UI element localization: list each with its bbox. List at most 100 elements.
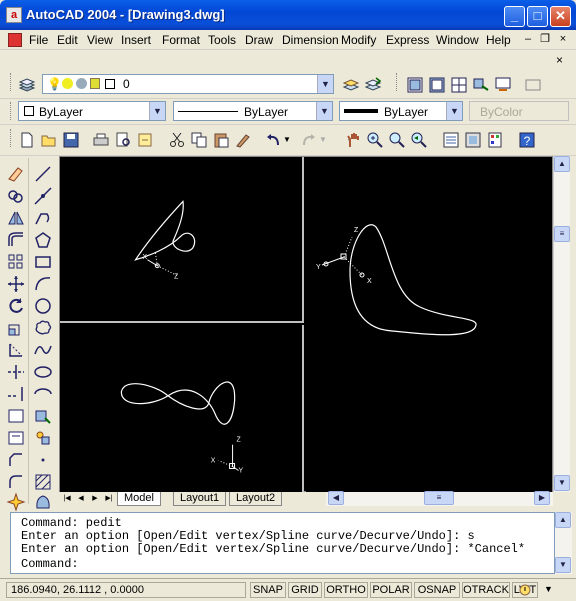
mirror-icon[interactable]	[6, 208, 26, 228]
array-icon[interactable]	[6, 252, 26, 272]
tab-model[interactable]: Model	[117, 492, 161, 506]
viewport-dialog-icon[interactable]	[428, 76, 446, 94]
chevron-down-icon[interactable]: ▼	[149, 102, 165, 120]
save-icon[interactable]	[62, 131, 80, 149]
menu-format[interactable]: Format	[162, 33, 200, 47]
toolbar-grip[interactable]	[396, 73, 399, 91]
chevron-down-icon[interactable]: ▼	[317, 75, 333, 93]
spline-curve[interactable]	[134, 200, 196, 261]
open-folder-icon[interactable]	[40, 131, 58, 149]
scale-icon[interactable]	[6, 318, 26, 338]
communication-center-icon[interactable]	[518, 583, 532, 597]
drawing-vertical-scrollbar[interactable]: ▲ ≡ ▼	[553, 156, 570, 492]
paste-icon[interactable]	[212, 131, 230, 149]
make-object-layer-current-icon[interactable]	[342, 76, 360, 94]
menu-modify[interactable]: Modify	[341, 33, 376, 47]
zoom-realtime-icon[interactable]	[366, 131, 384, 149]
scroll-up-button[interactable]: ▲	[555, 512, 571, 528]
viewport-right[interactable]: Z Y X	[306, 157, 552, 493]
extend-icon[interactable]	[6, 384, 26, 404]
move-icon[interactable]	[6, 274, 26, 294]
construction-line-icon[interactable]	[33, 186, 53, 206]
close-button[interactable]: ✕	[550, 6, 571, 27]
ortho-toggle[interactable]: ORTHO	[324, 582, 368, 598]
coordinate-display[interactable]: 186.0940, 26.1112 , 0.0000	[6, 582, 246, 598]
color-control-dropdown[interactable]: ByLayer ▼	[18, 101, 166, 121]
menu-draw[interactable]: Draw	[245, 33, 273, 47]
make-block-icon[interactable]	[33, 428, 53, 448]
drawing-horizontal-scrollbar[interactable]: ◀ ≡ ▶	[326, 491, 553, 506]
viewport-bottom-left[interactable]: Z X Y	[60, 325, 304, 493]
command-prompt[interactable]: Command:	[21, 557, 79, 571]
minimize-button[interactable]: _	[504, 6, 525, 27]
new-file-icon[interactable]	[18, 131, 36, 149]
help-icon[interactable]: ?	[518, 131, 536, 149]
plot-preview-icon[interactable]	[114, 131, 132, 149]
layer-previous-icon[interactable]	[364, 76, 382, 94]
revision-cloud-icon[interactable]	[33, 318, 53, 338]
single-viewport-icon[interactable]	[406, 76, 424, 94]
fillet-icon[interactable]	[6, 472, 26, 492]
command-scrollbar[interactable]: ▲ ▼	[555, 512, 572, 574]
last-tab-button[interactable]: ▶|	[103, 493, 115, 505]
doc-close-button[interactable]: ×	[556, 33, 570, 46]
status-menu-chevron-icon[interactable]: ▼	[544, 584, 553, 594]
chamfer-icon[interactable]	[6, 450, 26, 470]
match-properties-icon[interactable]	[234, 131, 252, 149]
copy-object-icon[interactable]	[6, 186, 26, 206]
drawing-document-icon[interactable]	[8, 33, 22, 47]
next-tab-button[interactable]: ▶	[89, 493, 101, 505]
arc-icon[interactable]	[33, 274, 53, 294]
tab-layout1[interactable]: Layout1	[173, 492, 227, 506]
snap-toggle[interactable]: SNAP	[250, 582, 286, 598]
rotate-icon[interactable]	[6, 296, 26, 316]
region-icon[interactable]	[33, 492, 53, 512]
line-icon[interactable]	[33, 164, 53, 184]
rectangle-icon[interactable]	[33, 252, 53, 272]
break-at-point-icon[interactable]	[6, 406, 26, 426]
linetype-control-dropdown[interactable]: ByLayer ▼	[173, 101, 333, 121]
menu-tools[interactable]: Tools	[208, 33, 236, 47]
doc-restore-button[interactable]: ❐	[538, 33, 552, 46]
scroll-up-button[interactable]: ▲	[554, 156, 570, 172]
lineweight-control-dropdown[interactable]: ByLayer ▼	[339, 101, 463, 121]
ellipse-arc-icon[interactable]	[33, 384, 53, 404]
toolbar-grip[interactable]	[10, 102, 13, 120]
trim-icon[interactable]	[6, 362, 26, 382]
polygonal-viewport-icon[interactable]	[450, 76, 468, 94]
maximize-button[interactable]: □	[527, 6, 548, 27]
plot-icon[interactable]	[92, 131, 110, 149]
cut-icon[interactable]	[168, 131, 186, 149]
doc-minimize-button[interactable]: –	[521, 33, 535, 46]
viewport-scale-icon[interactable]	[524, 76, 542, 94]
design-center-icon[interactable]	[464, 131, 482, 149]
command-window[interactable]: Command: pedit Enter an option [Open/Edi…	[10, 512, 555, 574]
menu-view[interactable]: View	[87, 33, 113, 47]
toolbar-grip[interactable]	[10, 73, 13, 91]
insert-block-icon[interactable]	[33, 406, 53, 426]
horizontal-scroll-thumb[interactable]: ≡	[424, 491, 454, 505]
layer-manager-icon[interactable]	[18, 76, 36, 94]
toolbar-close-icon[interactable]: ×	[556, 53, 563, 67]
osnap-toggle[interactable]: OSNAP	[414, 582, 460, 598]
zoom-window-icon[interactable]	[388, 131, 406, 149]
chevron-down-icon[interactable]: ▼	[446, 102, 462, 120]
toolbar-grip[interactable]	[10, 129, 13, 147]
scroll-thumb[interactable]: ≡	[554, 226, 570, 242]
scroll-right-button[interactable]: ▶	[534, 491, 550, 505]
scroll-left-button[interactable]: ◀	[328, 491, 344, 505]
previous-tab-button[interactable]: ◀	[75, 493, 87, 505]
scroll-down-button[interactable]: ▼	[554, 475, 570, 491]
chevron-down-icon[interactable]: ▼	[316, 102, 332, 120]
polygon-icon[interactable]	[33, 230, 53, 250]
pan-realtime-icon[interactable]	[344, 131, 362, 149]
tab-layout2[interactable]: Layout2	[229, 492, 283, 506]
menu-edit[interactable]: Edit	[57, 33, 78, 47]
scroll-down-button[interactable]: ▼	[555, 557, 571, 573]
clip-viewport-icon[interactable]	[494, 76, 512, 94]
undo-icon[interactable]	[264, 131, 282, 149]
menu-window[interactable]: Window	[436, 33, 479, 47]
autocad-app-icon[interactable]: a	[6, 7, 22, 23]
polyline-icon[interactable]	[33, 208, 53, 228]
circle-icon[interactable]	[33, 296, 53, 316]
